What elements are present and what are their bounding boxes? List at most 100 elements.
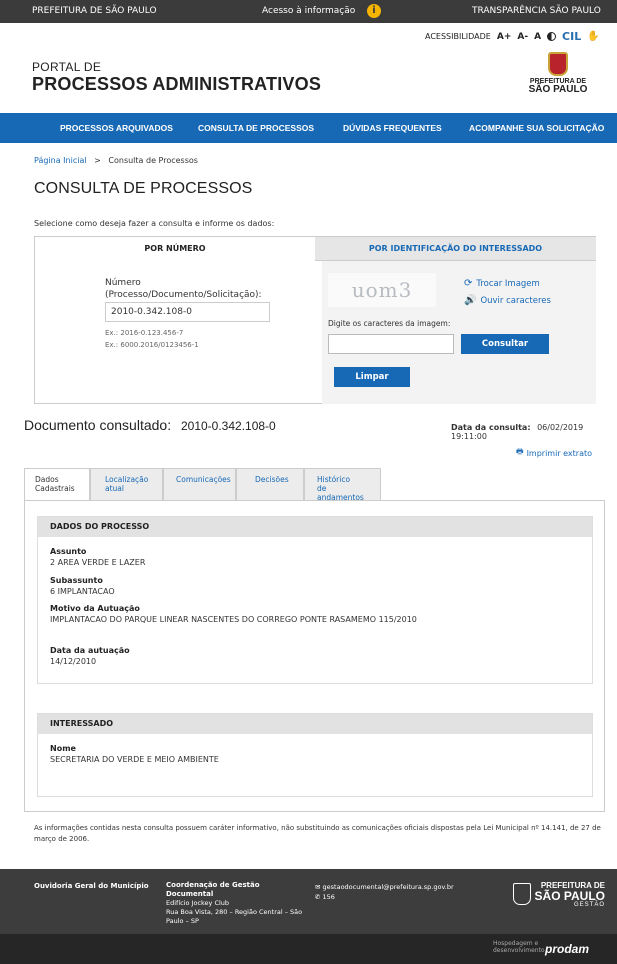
portal-title[interactable]: PORTAL DE PROCESSOS ADMINISTRATIVOS <box>32 60 321 95</box>
document-number: 2010-0.342.108-0 <box>180 419 276 433</box>
printer-icon: 🖶 <box>516 447 524 456</box>
main-nav: PROCESSOS ARQUIVADOS CONSULTA DE PROCESS… <box>0 113 617 143</box>
data-autuacao-value: 14/12/2010 <box>50 657 97 666</box>
prodam-logo[interactable]: prodam <box>545 942 589 956</box>
section-title: INTERESSADO <box>38 714 592 734</box>
footer-logo-b: SÃO PAULO <box>534 889 605 903</box>
hosted-line1: Hospedagem e <box>493 940 539 947</box>
email-link[interactable]: gestaodocumental@prefeitura.sp.gov.br <box>323 883 454 891</box>
print-link[interactable]: 🖶 Imprimir extrato <box>516 446 592 460</box>
section-title: DADOS DO PROCESSO <box>38 517 592 537</box>
portal-line1: PORTAL DE <box>32 60 102 74</box>
detail-panel: DADOS DO PROCESSO Assunto 2 AREA VERDE E… <box>24 500 605 812</box>
limpar-button[interactable]: Limpar <box>334 367 410 387</box>
coord-line1: Edifício Jockey Club <box>166 899 230 907</box>
transparencia-link[interactable]: TRANSPARÊNCIA SÃO PAULO <box>472 6 601 16</box>
document-label: Documento consultado: <box>24 417 172 433</box>
speaker-icon: 🔊 <box>464 295 477 306</box>
accessibility-bar: ACESSIBILIDADE A+ A- A CIL ✋ <box>425 30 600 43</box>
tab-dados-cadastrais[interactable]: Dados Cadastrais <box>24 468 90 501</box>
refresh-icon: ⟳ <box>464 278 473 289</box>
info-icon[interactable]: i <box>367 4 381 18</box>
nome-value: SECRETARIA DO VERDE E MEIO AMBIENTE <box>50 755 219 764</box>
logo-line2: SÃO PAULO <box>528 84 588 95</box>
interessado-section: INTERESSADO Nome SECRETARIA DO VERDE E M… <box>37 713 593 797</box>
nav-consulta-processos[interactable]: CONSULTA DE PROCESSOS <box>198 123 314 133</box>
listen-chars-label: Ouvir caracteres <box>480 295 551 306</box>
mail-icon: ✉ <box>315 883 321 891</box>
tab-comunicacoes[interactable]: Comunicações <box>163 468 236 500</box>
search-panel: POR NÚMERO POR IDENTIFICAÇÃO DO INTERESS… <box>34 236 596 404</box>
nome-label: Nome <box>50 744 76 753</box>
nav-acompanhe-solicitacao[interactable]: ACOMPANHE SUA SOLICITAÇÃO <box>469 123 604 133</box>
breadcrumb: Página Inicial > Consulta de Processos <box>34 156 198 165</box>
subassunto-label: Subassunto <box>50 576 103 585</box>
data-autuacao-field: Data da autuação 14/12/2010 <box>50 645 130 667</box>
example-2: Ex.: 6000.2016/0123456-1 <box>105 341 199 349</box>
top-bar: PREFEITURA DE SÃO PAULO Acesso à informa… <box>0 0 617 23</box>
tab-historico[interactable]: Histórico de andamentos <box>304 468 381 502</box>
tab-por-interessado[interactable]: POR IDENTIFICAÇÃO DO INTERESSADO <box>315 237 596 261</box>
portal-line2: PROCESSOS ADMINISTRATIVOS <box>32 74 322 94</box>
font-decrease-button[interactable]: A- <box>517 32 528 42</box>
number-input[interactable] <box>105 302 270 322</box>
dados-processo-section: DADOS DO PROCESSO Assunto 2 AREA VERDE E… <box>37 516 593 684</box>
prefeitura-link[interactable]: PREFEITURA DE SÃO PAULO <box>32 6 157 16</box>
subassunto-field: Subassunto 6 IMPLANTACAO <box>50 575 115 597</box>
coord-title: Coordenação de Gestão Documental <box>166 881 260 898</box>
phone-number: 156 <box>322 893 335 901</box>
listen-chars-link[interactable]: 🔊 Ouvir caracteres <box>464 295 551 306</box>
assunto-value: 2 AREA VERDE E LAZER <box>50 558 146 567</box>
disclaimer: As informações contidas nesta consulta p… <box>34 824 601 843</box>
coord-line2: Rua Boa Vista, 280 – Região Central – Sã… <box>166 908 303 925</box>
tab-label: Comunicações <box>176 475 231 484</box>
consulta-date: Data da consulta: 06/02/2019 19:11:00 <box>451 423 617 441</box>
number-label-line1: Número <box>105 278 141 288</box>
tab-label: Histórico <box>317 475 351 484</box>
tab-por-numero[interactable]: POR NÚMERO <box>35 237 315 261</box>
motivo-label: Motivo da Autuação <box>50 604 140 613</box>
accessibility-label: ACESSIBILIDADE <box>425 32 491 41</box>
tab-label: Localização <box>105 475 149 484</box>
footer-logo[interactable]: PREFEITURA DE SÃO PAULO GESTÃO <box>525 881 605 908</box>
crest-icon <box>548 52 568 76</box>
captcha-panel: uom3 ⟳ Trocar Imagem 🔊 Ouvir caracteres … <box>322 261 596 404</box>
hand-icon: ✋ <box>587 31 600 42</box>
nome-field: Nome SECRETARIA DO VERDE E MEIO AMBIENTE <box>50 743 219 765</box>
hosted-line2: desenvolvimento <box>493 947 545 954</box>
nav-processos-arquivados[interactable]: PROCESSOS ARQUIVADOS <box>60 123 173 133</box>
change-image-label: Trocar Imagem <box>476 278 540 289</box>
contrast-icon[interactable] <box>547 32 557 41</box>
print-label: Imprimir extrato <box>526 448 593 458</box>
change-image-link[interactable]: ⟳ Trocar Imagem <box>464 278 540 289</box>
cil-button[interactable]: CIL <box>562 30 581 43</box>
number-label: Número (Processo/Documento/Solicitação): <box>105 277 262 301</box>
data-autuacao-label: Data da autuação <box>50 646 130 655</box>
number-label-line2: (Processo/Documento/Solicitação): <box>105 290 262 300</box>
hosted-by: Hospedagem e desenvolvimento <box>493 940 545 954</box>
font-reset-button[interactable]: A <box>534 32 541 42</box>
assunto-label: Assunto <box>50 547 87 556</box>
example-1: Ex.: 2016-0.123.456-7 <box>105 329 184 337</box>
consulta-date-label: Data da consulta: <box>451 423 531 432</box>
tab-localizacao[interactable]: Localização atual <box>90 468 163 500</box>
contact-info: ✉ gestaodocumental@prefeitura.sp.gov.br … <box>315 882 454 902</box>
prefeitura-logo[interactable]: PREFEITURA DE SÃO PAULO <box>528 52 588 95</box>
motivo-field: Motivo da Autuação IMPLANTACAO DO PARQUE… <box>50 603 417 625</box>
tab-label: Dados <box>35 475 59 484</box>
tab-decisoes[interactable]: Decisões <box>236 468 304 500</box>
tab-label: atual <box>105 484 124 493</box>
breadcrumb-current: Consulta de Processos <box>108 156 198 165</box>
coordenacao-info: Coordenação de Gestão Documental Edifíci… <box>166 881 306 926</box>
tab-label: Decisões <box>255 475 289 484</box>
nav-duvidas-frequentes[interactable]: DÚVIDAS FREQUENTES <box>343 123 442 133</box>
subassunto-value: 6 IMPLANTACAO <box>50 587 115 596</box>
acesso-informacao-link[interactable]: Acesso à informação <box>262 6 355 16</box>
captcha-image: uom3 <box>328 273 436 307</box>
ouvidoria-link[interactable]: Ouvidoria Geral do Município <box>34 882 149 890</box>
document-heading: Documento consultado: 2010-0.342.108-0 <box>24 417 276 433</box>
captcha-input[interactable] <box>328 334 454 354</box>
font-increase-button[interactable]: A+ <box>497 32 512 42</box>
breadcrumb-home[interactable]: Página Inicial <box>34 156 87 165</box>
consultar-button[interactable]: Consultar <box>461 334 549 354</box>
